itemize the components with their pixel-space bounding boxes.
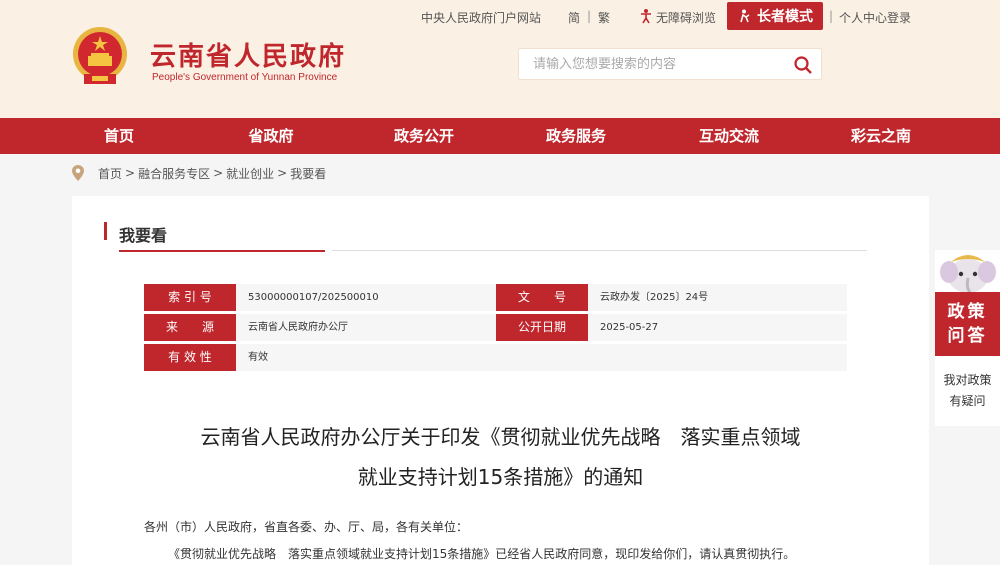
breadcrumb-separator: > (125, 166, 136, 180)
heading-divider (332, 250, 867, 251)
breadcrumb: 首页 > 融合服务专区 > 就业创业 > 我要看 (72, 163, 326, 183)
site-title[interactable]: 云南省人民政府 (150, 36, 346, 73)
heading-accent-bar (104, 222, 107, 240)
login-link[interactable]: 个人中心登录 (839, 9, 911, 26)
policy-question-line-2: 有疑问 (949, 394, 986, 408)
search-box (518, 48, 822, 80)
breadcrumb-separator: > (213, 166, 224, 180)
meta-row: 有 效 性 有效 (144, 344, 847, 371)
elder-mode-label: 长者模式 (757, 9, 813, 25)
policy-qa-line-2: 问答 (947, 326, 988, 346)
source-label: 来 源 (144, 314, 236, 341)
policy-qa-button[interactable]: 政策 问答 (935, 292, 1000, 356)
elder-mode-button[interactable]: 长者模式 (727, 2, 823, 30)
nav-item-services[interactable]: 政务服务 (516, 118, 636, 154)
section-title: 我要看 (119, 226, 168, 245)
index-value: 53000000107/202500010 (236, 284, 496, 311)
accessible-link[interactable]: 无障碍浏览 (656, 9, 716, 26)
search-icon[interactable] (793, 55, 813, 75)
national-emblem-icon[interactable] (72, 26, 128, 86)
traditional-link[interactable]: 繁 (598, 9, 610, 26)
document-salutation: 各州（市）人民政府，省直各委、办、厅、局，各有关单位： (144, 520, 469, 534)
site-subtitle: People's Government of Yunnan Province (152, 72, 338, 83)
simplified-link[interactable]: 简 (568, 9, 580, 26)
index-label: 索 引 号 (144, 284, 236, 311)
validity-label: 有 效 性 (144, 344, 236, 371)
nav-item-yunnan[interactable]: 彩云之南 (821, 118, 941, 154)
policy-question-line-1: 我对政策 (943, 373, 992, 387)
meta-row: 索 引 号 53000000107/202500010 文 号 云政办发〔202… (144, 284, 847, 311)
search-input[interactable] (519, 49, 789, 79)
validity-value: 有效 (236, 344, 847, 371)
location-pin-icon (72, 165, 84, 181)
policy-qa-widget[interactable]: 政策 问答 我对政策 有疑问 (935, 250, 1000, 426)
central-portal-link[interactable]: 中央人民政府门户网站 (421, 9, 541, 26)
divider: | (587, 9, 592, 23)
elder-icon (740, 9, 750, 23)
publish-date-label: 公开日期 (496, 314, 588, 341)
section-heading: 我要看 (104, 222, 168, 246)
breadcrumb-employment[interactable]: 就业创业 (226, 165, 274, 182)
breadcrumb-service-zone[interactable]: 融合服务专区 (138, 165, 210, 182)
breadcrumb-separator: > (277, 166, 288, 180)
accessibility-icon[interactable] (638, 8, 654, 27)
policy-qa-line-1: 政策 (947, 302, 988, 322)
doc-number-value: 云政办发〔2025〕24号 (588, 284, 847, 311)
main-nav: 首页 省政府 政务公开 政务服务 互动交流 彩云之南 (0, 118, 1000, 154)
breadcrumb-home[interactable]: 首页 (98, 165, 122, 182)
elephant-mascot-icon (940, 255, 996, 294)
document-paragraph: 《贯彻就业优先战略 落实重点领域就业支持计划15条措施》已经省人民政府同意，现印… (168, 547, 796, 561)
nav-item-interaction[interactable]: 互动交流 (669, 118, 789, 154)
content-card: 我要看 索 引 号 53000000107/202500010 文 号 云政办发… (72, 196, 929, 565)
publish-date-value: 2025-05-27 (588, 314, 847, 341)
site-header: 云南省人民政府 People's Government of Yunnan Pr… (0, 0, 1000, 118)
document-title-line-2: 就业支持计划15条措施》的通知 (357, 465, 644, 489)
nav-item-government[interactable]: 省政府 (211, 118, 331, 154)
source-value: 云南省人民政府办公厅 (236, 314, 496, 341)
nav-item-home[interactable]: 首页 (59, 118, 179, 154)
document-title-line-1: 云南省人民政府办公厅关于印发《贯彻就业优先战略 落实重点领域 (200, 425, 801, 449)
doc-number-label: 文 号 (496, 284, 588, 311)
policy-question-link[interactable]: 我对政策 有疑问 (935, 370, 1000, 412)
divider: | (829, 9, 834, 23)
meta-row: 来 源 云南省人民政府办公厅 公开日期 2025-05-27 (144, 314, 847, 341)
nav-item-affairs-open[interactable]: 政务公开 (364, 118, 484, 154)
breadcrumb-current: 我要看 (290, 166, 327, 181)
heading-underline (119, 250, 325, 252)
